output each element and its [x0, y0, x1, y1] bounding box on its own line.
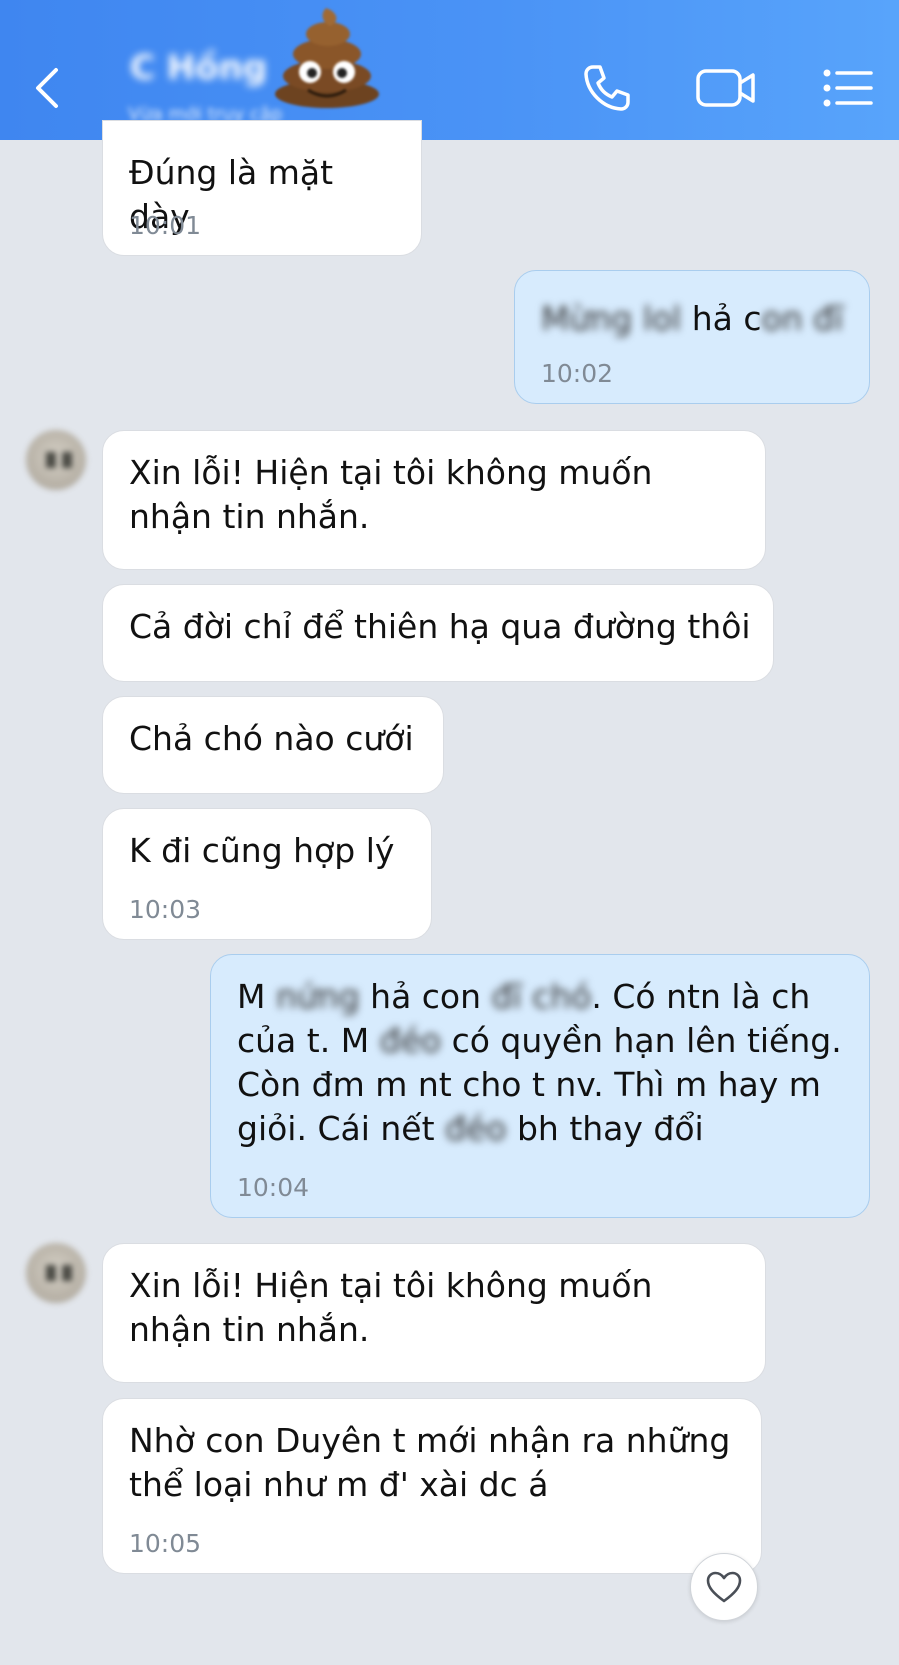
message-text: Nhờ con Duyên t mới nhận ra những thể lo… [129, 1421, 731, 1504]
list-menu-icon [823, 69, 873, 107]
blurred-text: đĩ chó [491, 977, 592, 1016]
back-button[interactable] [26, 58, 74, 118]
message-text: Xin lỗi! Hiện tại tôi không muốn nhận ti… [129, 1266, 653, 1349]
contact-avatar[interactable] [26, 430, 86, 490]
video-call-button[interactable] [692, 60, 760, 116]
message-time: 10:04 [237, 1173, 310, 1202]
blurred-text: nứng [275, 977, 360, 1016]
blurred-text: Mừng lol [541, 299, 682, 338]
message-text: K đi cũng hợp lý [129, 831, 395, 870]
heart-icon [706, 1571, 742, 1603]
message-text: Mừng lol hả con đĩ [541, 297, 843, 341]
message-bubble-incoming[interactable]: Xin lỗi! Hiện tại tôi không muốn nhận ti… [102, 1243, 766, 1383]
message-bubble-incoming[interactable]: Chả chó nào cưới [102, 696, 444, 794]
message-bubble-incoming[interactable]: Đúng là mặt dày 10:01 [102, 120, 422, 256]
message-bubble-outgoing[interactable]: M nứng hả con đĩ chó. Có ntn là ch của t… [210, 954, 870, 1218]
chevron-left-icon [36, 68, 58, 108]
message-time: 10:01 [129, 211, 202, 240]
message-time: 10:03 [129, 895, 202, 924]
call-button[interactable] [578, 60, 636, 116]
message-bubble-outgoing[interactable]: Mừng lol hả con đĩ 10:02 [514, 270, 870, 404]
contact-name[interactable]: C Hồng [130, 48, 267, 88]
message-text: Xin lỗi! Hiện tại tôi không muốn nhận ti… [129, 453, 653, 536]
chat-menu-button[interactable] [818, 60, 878, 116]
message-bubble-incoming[interactable]: K đi cũng hợp lý 10:03 [102, 808, 432, 940]
video-camera-icon [696, 69, 755, 107]
blurred-text: on đĩ [761, 299, 844, 338]
message-bubble-incoming[interactable]: Nhờ con Duyên t mới nhận ra những thể lo… [102, 1398, 762, 1574]
message-time: 10:02 [541, 359, 614, 388]
message-text: M nứng hả con đĩ chó. Có ntn là ch của t… [237, 975, 849, 1151]
message-bubble-incoming[interactable]: Xin lỗi! Hiện tại tôi không muốn nhận ti… [102, 430, 766, 570]
phone-icon [584, 65, 630, 111]
message-text: Cả đời chỉ để thiên hạ qua đường thôi [129, 607, 751, 646]
poo-emoji-icon [275, 8, 379, 108]
blurred-text: đéo [445, 1109, 507, 1148]
message-bubble-incoming[interactable]: Cả đời chỉ để thiên hạ qua đường thôi [102, 584, 774, 682]
message-text: Chả chó nào cưới [129, 719, 414, 758]
chat-header: C Hồng Vừa mới truy cập [0, 0, 899, 140]
contact-avatar[interactable] [26, 1243, 86, 1303]
react-heart-button[interactable] [690, 1553, 758, 1621]
message-time: 10:05 [129, 1529, 202, 1558]
blurred-text: đéo [379, 1021, 442, 1060]
